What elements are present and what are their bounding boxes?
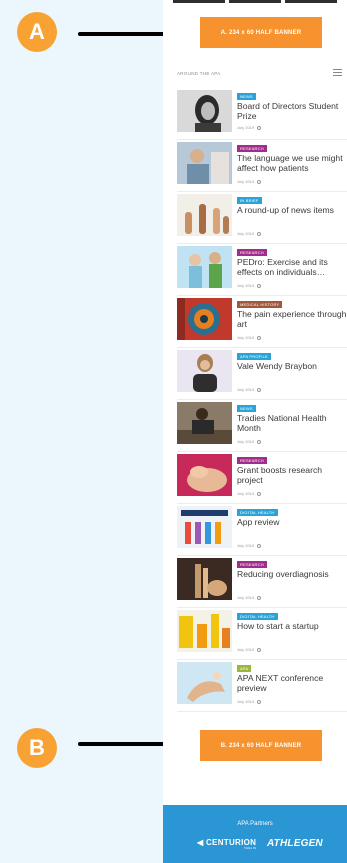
callout-marker-b: B: [17, 728, 57, 768]
article-title[interactable]: Tradies National Health Month: [237, 413, 347, 433]
top-image-strip: [163, 0, 347, 3]
half-banner-b[interactable]: B. 234 x 60 HALF BANNER: [200, 730, 322, 761]
article-date: July 2019: [237, 231, 262, 236]
hamburger-menu-icon[interactable]: [333, 69, 342, 77]
list-item[interactable]: RESEARCH The language we use might affec…: [177, 142, 347, 192]
article-thumbnail[interactable]: [177, 350, 232, 392]
clock-icon: [257, 125, 262, 130]
article-title[interactable]: App review: [237, 517, 347, 527]
article-date: July 2019: [237, 387, 262, 392]
section-title: AROUND THE APA: [177, 71, 221, 76]
clock-icon: [257, 647, 262, 652]
category-badge: DIGITAL HEALTH: [237, 509, 278, 516]
category-badge: RESEARCH: [237, 249, 267, 256]
clock-icon: [257, 231, 262, 236]
clock-icon: [257, 595, 262, 600]
list-item[interactable]: APA PROFILE Vale Wendy Braybon July 2019: [177, 350, 347, 400]
article-thumbnail[interactable]: [177, 142, 232, 184]
list-item[interactable]: DIGITAL HEALTH App review July 2019: [177, 506, 347, 556]
clock-icon: [257, 491, 262, 496]
article-title[interactable]: Reducing overdiagnosis: [237, 569, 347, 579]
category-badge: RESEARCH: [237, 457, 267, 464]
article-thumbnail[interactable]: [177, 194, 232, 236]
article-thumbnail[interactable]: [177, 298, 232, 340]
list-item[interactable]: DIGITAL HEALTH How to start a startup Ju…: [177, 610, 347, 660]
category-badge: IN BRIEF: [237, 197, 262, 204]
article-thumbnail[interactable]: [177, 454, 232, 496]
article-date: July 2019: [237, 699, 262, 704]
category-badge: NEWS: [237, 93, 256, 100]
article-title[interactable]: PEDro: Exercise and its effects on indiv…: [237, 257, 347, 277]
list-item[interactable]: NEWS Board of Directors Student Prize Ju…: [177, 90, 347, 140]
article-title[interactable]: A round-up of news items: [237, 205, 347, 215]
article-date: July 2019: [237, 335, 262, 340]
athlegen-logo[interactable]: ATHLEGEN: [267, 838, 323, 849]
article-thumbnail[interactable]: [177, 402, 232, 444]
list-item[interactable]: RESEARCH Grant boosts research project J…: [177, 454, 347, 504]
category-badge: APA PROFILE: [237, 353, 271, 360]
clock-icon: [257, 335, 262, 340]
partners-footer: APA Partners ◀ CENTURION THELIS ATHLEGEN: [163, 805, 347, 863]
list-item[interactable]: RESEARCH Reducing overdiagnosis July 201…: [177, 558, 347, 608]
mobile-page-panel: A. 234 x 60 HALF BANNER AROUND THE APA N…: [163, 0, 347, 863]
article-title[interactable]: Grant boosts research project: [237, 465, 347, 485]
clock-icon: [257, 699, 262, 704]
half-banner-a[interactable]: A. 234 x 60 HALF BANNER: [200, 17, 322, 48]
article-thumbnail[interactable]: [177, 90, 232, 132]
clock-icon: [257, 387, 262, 392]
article-title[interactable]: Vale Wendy Braybon: [237, 361, 347, 371]
list-item[interactable]: IN BRIEF A round-up of news items July 2…: [177, 194, 347, 244]
article-title[interactable]: The pain experience through art: [237, 309, 347, 329]
article-title[interactable]: The language we use might affect how pat…: [237, 153, 347, 173]
list-item[interactable]: APA APA NEXT conference preview July 201…: [177, 662, 347, 712]
article-title[interactable]: Board of Directors Student Prize: [237, 101, 347, 121]
article-thumbnail[interactable]: [177, 610, 232, 652]
article-date: July 2019: [237, 125, 262, 130]
category-badge: NEWS: [237, 405, 256, 412]
category-badge: APA: [237, 665, 252, 672]
clock-icon: [257, 543, 262, 548]
clock-icon: [257, 283, 262, 288]
callout-marker-a: A: [17, 12, 57, 52]
article-date: July 2019: [237, 647, 262, 652]
category-badge: DIGITAL HEALTH: [237, 613, 278, 620]
article-thumbnail[interactable]: [177, 246, 232, 288]
article-date: July 2019: [237, 543, 262, 548]
article-thumbnail[interactable]: [177, 558, 232, 600]
article-date: July 2019: [237, 283, 262, 288]
article-date: July 2019: [237, 491, 262, 496]
article-thumbnail[interactable]: [177, 662, 232, 704]
list-item[interactable]: NEWS Tradies National Health Month July …: [177, 402, 347, 452]
clock-icon: [257, 439, 262, 444]
article-thumbnail[interactable]: [177, 506, 232, 548]
category-badge: MEDICAL HISTORY: [237, 301, 283, 308]
article-title[interactable]: APA NEXT conference preview: [237, 673, 347, 693]
article-date: July 2019: [237, 179, 262, 184]
article-title[interactable]: How to start a startup: [237, 621, 347, 631]
article-date: July 2019: [237, 595, 262, 600]
list-item[interactable]: MEDICAL HISTORY The pain experience thro…: [177, 298, 347, 348]
category-badge: RESEARCH: [237, 561, 267, 568]
partners-title: APA Partners: [237, 821, 273, 827]
clock-icon: [257, 179, 262, 184]
article-date: July 2019: [237, 439, 262, 444]
play-arrow-icon: ◀: [197, 838, 204, 847]
list-item[interactable]: RESEARCH PEDro: Exercise and its effects…: [177, 246, 347, 296]
centurion-logo[interactable]: ◀ CENTURION THELIS: [197, 838, 256, 850]
category-badge: RESEARCH: [237, 145, 267, 152]
